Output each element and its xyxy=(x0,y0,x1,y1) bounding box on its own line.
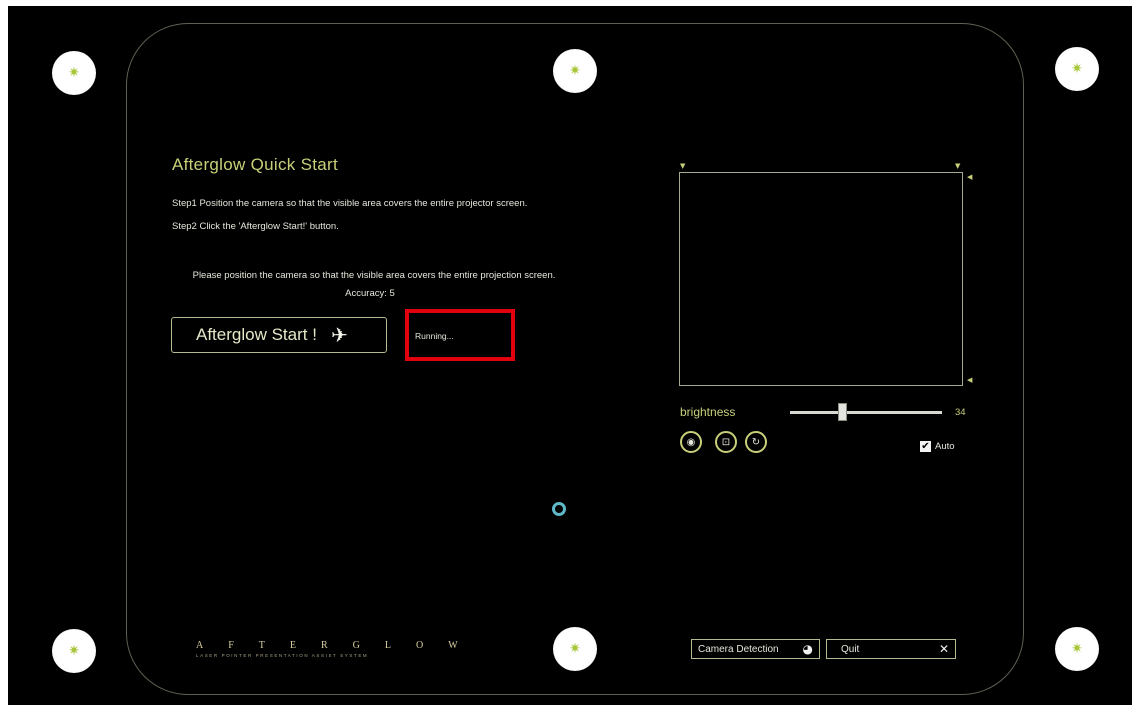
sun-icon: ✷ xyxy=(569,63,581,79)
refresh-icon: ↻ xyxy=(751,436,761,448)
calibration-marker-top-center: ✷ xyxy=(553,49,597,93)
brightness-slider-thumb[interactable] xyxy=(838,403,847,421)
checkbox-icon[interactable]: ✔ xyxy=(920,441,931,452)
logo-word: AFTERGLOW xyxy=(196,640,483,651)
calibration-marker-bottom-left: ✷ xyxy=(52,629,96,673)
calibration-marker-bottom-right: ✷ xyxy=(1055,627,1099,671)
target-icon: ⊡ xyxy=(721,436,731,448)
brightness-slider[interactable] xyxy=(790,411,942,414)
afterglow-start-button[interactable]: Afterglow Start ! ✈ xyxy=(171,317,387,353)
brightness-label: brightness xyxy=(680,405,736,419)
corner-marker-icon: ◀ xyxy=(967,376,973,384)
sun-icon: ✷ xyxy=(569,641,581,657)
auto-checkbox[interactable]: ✔ Auto xyxy=(920,441,955,452)
calibration-marker-top-left: ✷ xyxy=(52,51,96,95)
calibration-marker-top-right: ✷ xyxy=(1055,47,1099,91)
running-status: Running... xyxy=(415,331,454,341)
position-notice: Please position the camera so that the v… xyxy=(192,270,556,281)
calibration-marker-bottom-center: ✷ xyxy=(553,627,597,671)
step-1-text: Step1 Position the camera so that the vi… xyxy=(172,198,528,209)
camera-detection-button[interactable]: Camera Detection ◕ xyxy=(691,639,820,659)
reset-button[interactable]: ↻ xyxy=(745,431,767,453)
start-button-label: Afterglow Start ! xyxy=(196,325,317,344)
brightness-value: 34 xyxy=(955,407,966,418)
camera-detection-label: Camera Detection xyxy=(698,643,779,655)
sun-icon: ✷ xyxy=(1071,641,1083,657)
afterglow-logo: AFTERGLOW LASER POINTER PRESENTATION ASS… xyxy=(196,640,466,658)
corner-marker-icon: ▼ xyxy=(680,162,686,170)
sun-icon: ✷ xyxy=(68,643,80,659)
close-icon: ✕ xyxy=(938,642,949,656)
focus-button[interactable]: ⊡ xyxy=(715,431,737,453)
quit-label: Quit xyxy=(841,643,860,655)
quit-button[interactable]: Quit ✕ xyxy=(826,639,956,659)
page-title: Afterglow Quick Start xyxy=(172,155,338,174)
camera-icon: ◕ xyxy=(802,642,813,656)
loading-spinner xyxy=(552,502,566,516)
view-camera-button[interactable]: ◉ xyxy=(680,431,702,453)
camera-preview xyxy=(679,172,963,386)
airplane-icon: ✈ xyxy=(330,323,348,347)
auto-label: Auto xyxy=(935,441,955,452)
step-2-text: Step2 Click the 'Afterglow Start!' butto… xyxy=(172,221,339,232)
sun-icon: ✷ xyxy=(1071,61,1083,77)
eye-icon: ◉ xyxy=(686,436,696,448)
corner-marker-icon: ▼ xyxy=(955,162,961,170)
logo-tagline: LASER POINTER PRESENTATION ASSIST SYSTEM xyxy=(196,653,369,658)
corner-marker-icon: ◀ xyxy=(967,173,973,181)
accuracy-readout: Accuracy: 5 xyxy=(345,288,395,299)
sun-icon: ✷ xyxy=(68,65,80,81)
